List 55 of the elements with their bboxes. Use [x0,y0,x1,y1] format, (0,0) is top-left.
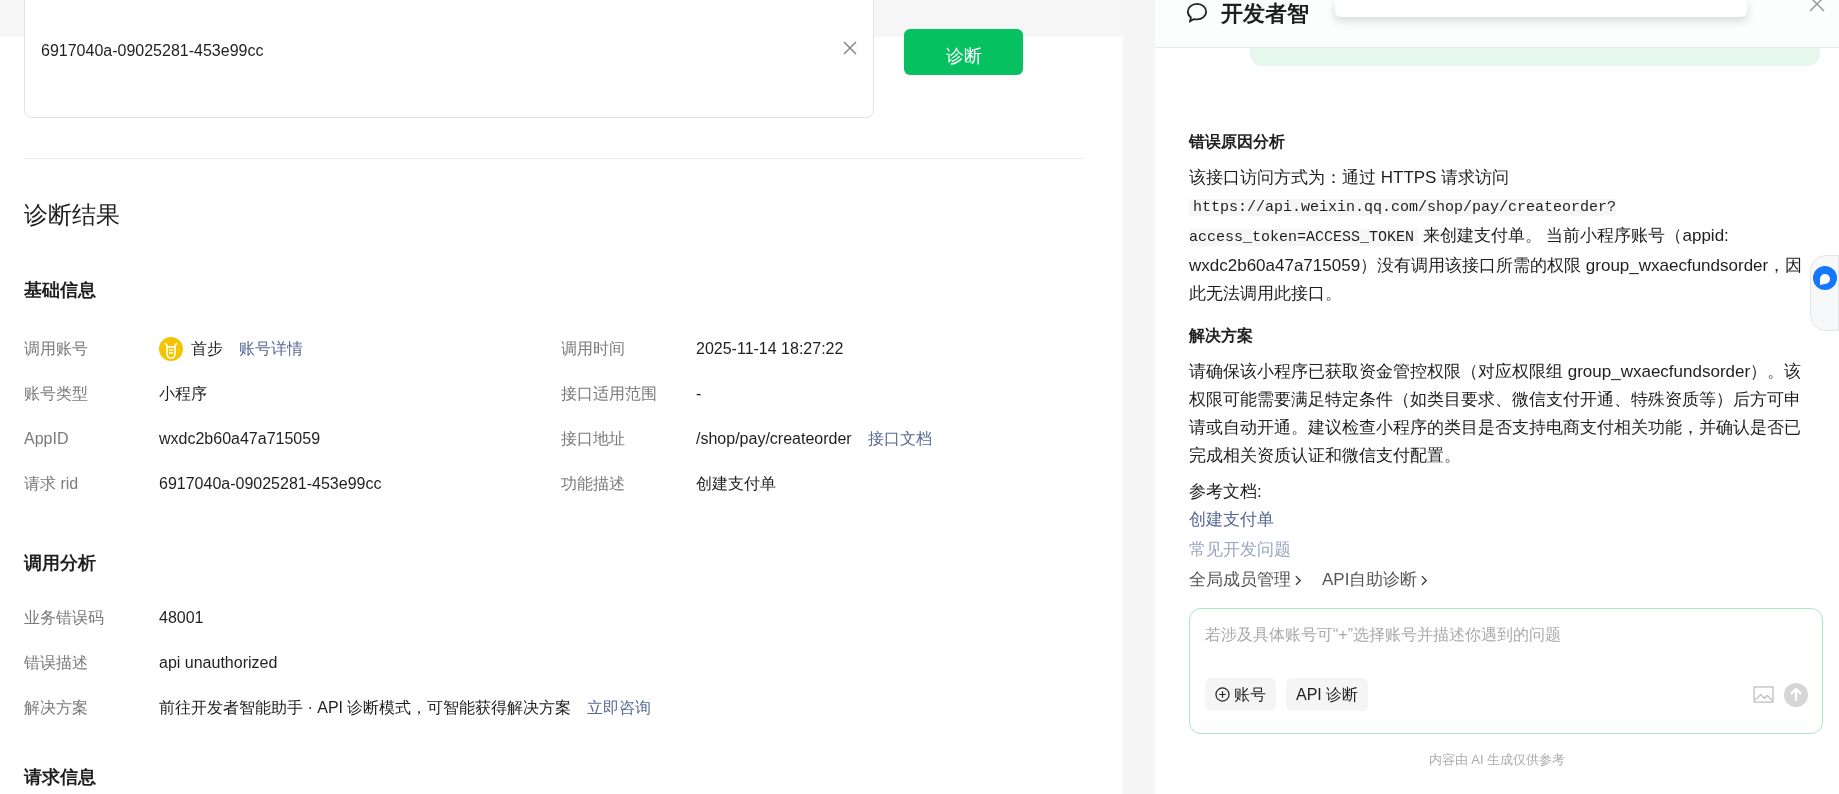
floating-assistant-button[interactable] [1810,255,1839,331]
link[interactable]: 创建支付单 [1189,506,1274,534]
field-value: 6917040a-09025281-453e99cc [159,473,382,494]
field-value: 前往开发者智能助手 · API 诊断模式，可智能获得解决方案 [159,697,572,718]
field-label: 解决方案 [24,697,89,718]
section-title: 诊断结果 [24,200,121,230]
field-label: 接口地址 [561,428,626,449]
input-value: 6917040a-09025281-453e99cc [41,41,264,61]
input-field[interactable]: 6917040a-09025281-453e99cc [24,0,874,118]
field-value: 首步 [191,338,223,359]
field-value: api unauthorized [159,652,278,673]
field-value: 2025-11-14 18:27:22 [696,338,844,359]
paragraph: 请确保该小程序已获取资金管控权限（对应权限组 group_wxaecfundsorder）。该权限可能需要满足特定条件（如类目要求、微信支付开通、特殊资质等）后方可申请或自动开通。建议检查小程序的类目是否支持电商支付相关功能，并确认是否已完成相关资质认证和微信支付配置。 [1189,361,1803,467]
link[interactable]: 立即咨询 [587,695,652,720]
plus-icon [1215,687,1230,702]
field-label: 请求 rid [24,473,80,494]
disclaimer: 内容由 AI 生成仅供参考 [1427,751,1567,769]
field-label: 业务错误码 [24,607,105,628]
placeholder: 若涉及具体账号可“+”选择账号并描述你遇到的问题 [1205,625,1561,645]
link[interactable]: 接口文档 [867,426,932,451]
field-value: 小程序 [159,383,207,404]
field-label: 调用账号 [24,338,89,359]
chat-bubble-icon [1812,266,1837,290]
chevron-right-icon [1295,574,1302,586]
section-heading: 错误原因分析 [1189,132,1286,152]
field-label: AppID [24,428,70,449]
chat-icon [1185,2,1209,24]
chip-button[interactable]: 账号 [1205,678,1276,711]
paragraph: 该接口访问方式为：通过 HTTPS 请求访问 https://api.weixin.qq.com/shop/pay/createorder?access_token=ACCESS_TOKEN 来创建支付单。 当前小程序账号（appid: wxdc2b60a47a715059）没有调用该接口所需的权限 group_wxaecfundsorder，因此无法调用此接口。 [1189,167,1804,305]
section-heading: 解决方案 [1189,326,1254,346]
field-label: 错误描述 [24,652,89,673]
chat-input[interactable]: 若涉及具体账号可“+”选择账号并描述你遇到的问题 账号 API 诊断 [1189,608,1823,734]
field-value: 48001 [159,607,204,628]
send-icon[interactable] [1784,683,1808,707]
field-value: - [696,383,702,404]
chip-button[interactable]: API 诊断 [1286,678,1369,711]
refs-label: 参考文档: [1189,481,1263,503]
field-label: 功能描述 [561,473,626,494]
link[interactable]: 账号详情 [239,336,303,361]
field-value: /shop/pay/createorder [696,428,852,449]
quick-link[interactable]: API自助诊断 [1322,566,1429,594]
image-icon[interactable] [1753,686,1774,703]
section-heading: 调用分析 [24,552,97,575]
field-label: 调用时间 [561,338,626,359]
field-label: 账号类型 [24,383,89,404]
field-value: wxdc2b60a47a715059 [159,428,321,449]
section-heading: 请求信息 [24,766,97,788]
quick-link[interactable]: 全局成员管理 [1189,566,1302,594]
close-icon[interactable] [1809,0,1825,12]
chevron-right-icon [1421,574,1429,586]
section-heading: 基础信息 [24,279,97,302]
panel-title: 开发者智 [1221,0,1309,28]
field-value: 创建支付单 [696,473,776,494]
field-label: 接口适用范围 [561,383,658,404]
close-icon[interactable] [843,41,857,55]
